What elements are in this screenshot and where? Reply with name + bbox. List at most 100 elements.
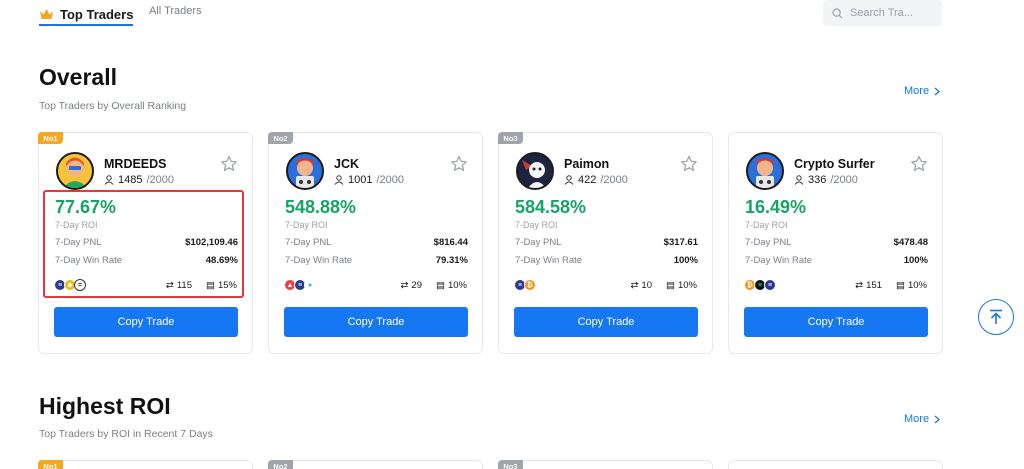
pnl-row: 7-Day PNL $102,109.46	[55, 237, 238, 248]
star-icon[interactable]	[910, 155, 928, 173]
copy-trade-button[interactable]: Copy Trade	[284, 307, 468, 337]
copy-trade-button[interactable]: Copy Trade	[744, 307, 928, 337]
arrow-up-icon	[990, 309, 1002, 324]
followers-max: /2000	[830, 174, 858, 186]
followers-max: /2000	[146, 174, 175, 186]
roi-label: 7-Day ROI	[745, 220, 788, 230]
followers-value: 1485	[118, 174, 143, 186]
roi-value: 548.88%	[285, 197, 357, 217]
winrate-label: 7-Day Win Rate	[285, 255, 353, 266]
tab-top-traders[interactable]: Top Traders	[39, 4, 134, 26]
pnl-label: 7-Day PNL	[515, 237, 562, 248]
swap-icon: ⇄	[630, 280, 639, 291]
winrate-value: 79.31%	[435, 255, 468, 266]
trades-count: 29	[411, 280, 422, 291]
trader-name: MRDEEDS	[104, 157, 167, 171]
coin-list: ₿ ≡ ≡	[744, 279, 776, 291]
followers-value: 1001	[348, 174, 373, 186]
copy-trade-button[interactable]: Copy Trade	[514, 307, 698, 337]
pnl-label: 7-Day PNL	[745, 237, 792, 248]
avatar	[746, 152, 784, 190]
roi-label: 7-Day ROI	[515, 220, 558, 230]
swap-icon: ⇄	[400, 280, 409, 291]
star-icon[interactable]	[680, 155, 698, 173]
pnl-value: $478.48	[893, 237, 928, 248]
user-icon	[334, 175, 344, 185]
coin-list: ≡ ◆ =	[54, 279, 86, 291]
chevron-right-icon	[934, 87, 941, 95]
followers-count: 422/2000	[564, 174, 628, 186]
rank-badge: No1	[38, 132, 63, 144]
winrate-row: 7-Day Win Rate 79.31%	[285, 255, 468, 266]
btc-icon: ₿	[524, 279, 536, 291]
rank-badge: No2	[268, 132, 293, 144]
roi-value: 16.49%	[745, 197, 807, 217]
followers-max: /2000	[376, 174, 405, 186]
share-value: 15%	[217, 280, 237, 291]
pnl-label: 7-Day PNL	[55, 237, 102, 248]
pnl-value: $102,109.46	[185, 237, 238, 248]
search-input[interactable]	[850, 7, 935, 19]
more-link-highest-roi[interactable]: More	[904, 413, 941, 425]
trader-name: Crypto Surfer	[794, 157, 875, 171]
trade-stats: ⇄ 10 ▤ 10%	[630, 280, 697, 291]
pnl-row: 7-Day PNL $317.61	[515, 237, 698, 248]
roi-value: 584.58%	[515, 197, 587, 217]
search-icon	[832, 7, 843, 18]
more-link-overall[interactable]: More	[904, 85, 941, 97]
generic-coin-icon: =	[74, 279, 86, 291]
rank-badge: No3	[498, 132, 523, 144]
winrate-value: 100%	[673, 255, 698, 266]
receipt-icon: ▤	[666, 280, 675, 291]
section-title-overall: Overall	[39, 64, 117, 90]
winrate-label: 7-Day Win Rate	[55, 255, 123, 266]
swap-icon: ⇄	[165, 280, 174, 291]
crown-icon	[40, 9, 53, 19]
winrate-label: 7-Day Win Rate	[515, 255, 583, 266]
roi-value: 77.67%	[55, 197, 117, 217]
trader-card: No2	[268, 460, 483, 469]
trader-card	[728, 460, 943, 469]
more-label: More	[904, 413, 930, 425]
followers-value: 336	[808, 174, 827, 186]
pnl-value: $816.44	[433, 237, 468, 248]
followers-value: 422	[578, 174, 597, 186]
rank-badge: No2	[268, 460, 293, 469]
trader-card: No1 MRDEEDS 1485/2000 77.67% 7-Day ROI 7…	[38, 132, 253, 354]
trader-name: JCK	[334, 157, 360, 171]
share-value: 10%	[447, 280, 467, 291]
winrate-row: 7-Day Win Rate 100%	[745, 255, 928, 266]
followers-max: /2000	[600, 174, 628, 186]
eth-icon: ≡	[764, 279, 776, 291]
tab-all-traders[interactable]: All Traders	[149, 5, 202, 17]
share-value: 10%	[907, 280, 927, 291]
roi-label: 7-Day ROI	[55, 220, 98, 230]
followers-count: 1001/2000	[334, 174, 404, 186]
trades-count: 115	[176, 280, 192, 291]
winrate-value: 100%	[903, 255, 928, 266]
copy-trade-button[interactable]: Copy Trade	[54, 307, 238, 337]
trade-stats: ⇄ 29 ▤ 10%	[400, 280, 467, 291]
trader-card: No2 JCK 1001/2000 548.88% 7-Day ROI 7-Da…	[268, 132, 483, 354]
trade-stats: ⇄ 115 ▤ 15%	[166, 280, 237, 291]
search-box[interactable]	[823, 0, 942, 26]
section-subtitle-highest-roi: Top Traders by ROI in Recent 7 Days	[39, 428, 213, 440]
user-icon	[794, 175, 804, 185]
winrate-value: 48.69%	[205, 255, 238, 266]
trader-name: Paimon	[564, 157, 610, 171]
star-icon[interactable]	[450, 155, 468, 173]
pnl-row: 7-Day PNL $478.48	[745, 237, 928, 248]
avatar	[56, 152, 94, 190]
user-icon	[564, 175, 574, 185]
coin-list: ▲ ≡ ●	[284, 279, 316, 291]
water-drop-icon: ●	[304, 279, 316, 291]
rank-badge: No3	[498, 460, 523, 469]
pnl-value: $317.61	[663, 237, 698, 248]
scroll-to-top-button[interactable]	[978, 299, 1014, 335]
trades-count: 10	[641, 280, 652, 291]
pnl-label: 7-Day PNL	[285, 237, 332, 248]
star-icon[interactable]	[220, 155, 238, 173]
trader-card: No3	[498, 460, 713, 469]
receipt-icon: ▤	[436, 280, 445, 291]
share-value: 10%	[677, 280, 697, 291]
